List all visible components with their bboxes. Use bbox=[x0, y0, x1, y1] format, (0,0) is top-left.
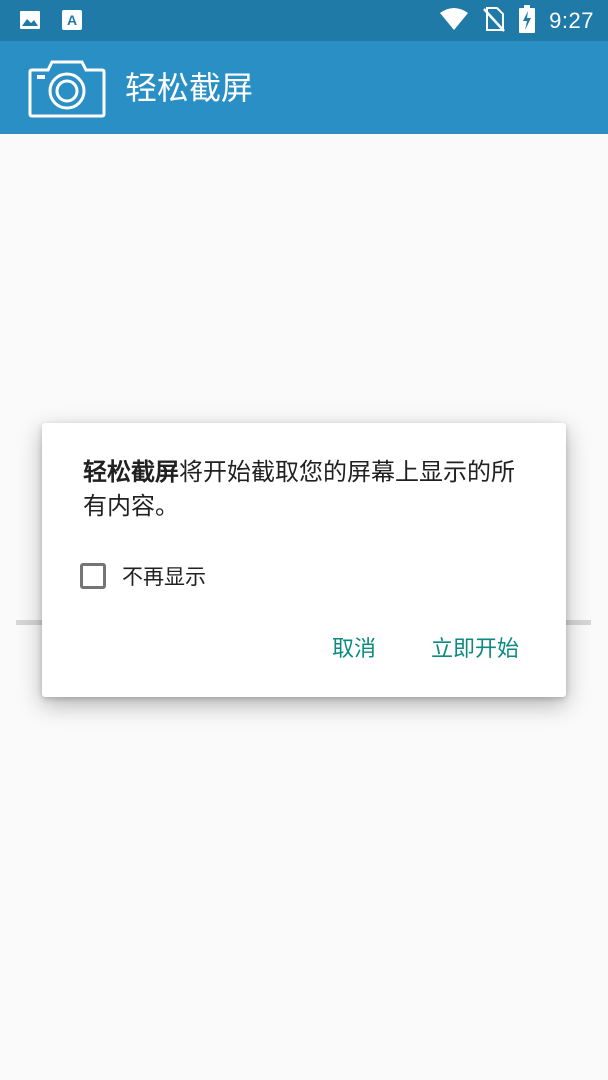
battery-charging-icon bbox=[519, 4, 536, 37]
gallery-icon bbox=[18, 8, 42, 36]
no-sim-icon bbox=[483, 6, 506, 36]
text-app-icon: A bbox=[60, 8, 84, 36]
dialog-app-name: 轻松截屏 bbox=[83, 458, 179, 486]
status-time: 9:27 bbox=[549, 7, 594, 33]
cancel-button[interactable]: 取消 bbox=[332, 632, 376, 668]
status-bar: A 9:27 bbox=[0, 0, 608, 41]
dont-show-again-checkbox[interactable] bbox=[80, 563, 106, 589]
screen-capture-dialog: 轻松截屏将开始截取您的屏幕上显示的所有内容。 不再显示 取消 立即开始 bbox=[42, 423, 566, 697]
start-now-button[interactable]: 立即开始 bbox=[431, 632, 519, 668]
dont-show-again-label: 不再显示 bbox=[122, 565, 206, 589]
system-icons: 9:27 bbox=[439, 4, 594, 37]
svg-text:A: A bbox=[67, 12, 77, 28]
dont-show-again-row[interactable]: 不再显示 bbox=[80, 559, 206, 593]
wifi-icon bbox=[439, 7, 469, 35]
app-title: 轻松截屏 bbox=[125, 69, 254, 107]
app-bar: 轻松截屏 bbox=[0, 41, 608, 134]
camera-icon bbox=[28, 58, 106, 118]
dialog-message: 轻松截屏将开始截取您的屏幕上显示的所有内容。 bbox=[83, 455, 533, 523]
notification-icons: A bbox=[18, 8, 84, 36]
